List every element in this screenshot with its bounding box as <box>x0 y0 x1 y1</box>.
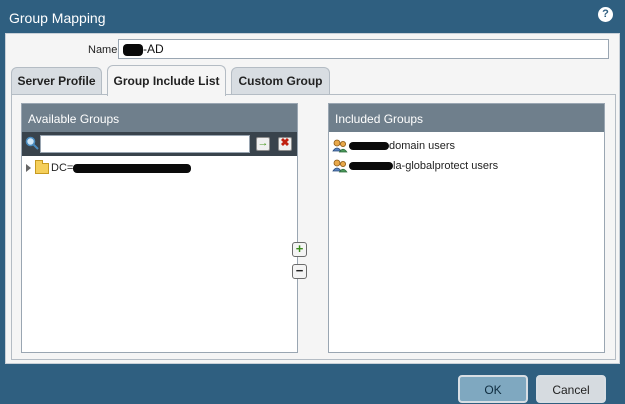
group-include-list-panel: Available Groups → ✖ DC= + − Included Gr… <box>11 94 616 360</box>
tab-custom-group[interactable]: Custom Group <box>231 67 330 95</box>
dialog-title: Group Mapping <box>9 10 106 26</box>
name-value: -AD <box>143 42 164 56</box>
included-group-label: la-globalprotect users <box>393 160 499 172</box>
folder-icon <box>35 159 49 174</box>
available-groups-header: Available Groups <box>22 104 297 132</box>
tab-bar: Server Profile Group Include List Custom… <box>11 65 616 96</box>
remove-group-button[interactable]: − <box>292 264 307 279</box>
clear-filter-icon[interactable]: ✖ <box>278 137 292 151</box>
name-label: Name <box>88 44 118 56</box>
tab-server-profile[interactable]: Server Profile <box>11 67 102 95</box>
name-input[interactable]: -AD <box>118 39 609 59</box>
search-input[interactable] <box>40 135 250 153</box>
help-icon[interactable]: ? <box>598 7 613 22</box>
redacted-text <box>73 163 192 173</box>
user-group-icon <box>332 139 348 153</box>
add-group-button[interactable]: + <box>292 242 307 257</box>
included-group-label: domain users <box>389 140 456 152</box>
user-group-icon <box>332 159 348 173</box>
redacted-text <box>349 162 393 171</box>
included-groups-header: Included Groups <box>329 104 604 132</box>
list-item[interactable]: domain users <box>329 136 604 156</box>
apply-filter-icon[interactable]: → <box>256 137 270 151</box>
tree-item[interactable]: DC= <box>22 159 297 177</box>
search-bar: → ✖ <box>22 132 297 156</box>
cancel-button[interactable]: Cancel <box>536 375 606 403</box>
expand-arrow-icon[interactable] <box>26 164 31 173</box>
redacted-text <box>349 142 389 151</box>
ok-button[interactable]: OK <box>458 375 528 403</box>
list-item[interactable]: la-globalprotect users <box>329 156 604 176</box>
available-groups-panel: Available Groups → ✖ DC= <box>21 103 298 353</box>
included-groups-panel: Included Groups domain users la-globalpr… <box>328 103 605 353</box>
dialog-title-bar: Group Mapping ? <box>0 0 625 34</box>
search-icon <box>25 136 39 150</box>
tab-group-include-list[interactable]: Group Include List <box>107 65 226 96</box>
tree-item-label: DC= <box>51 162 74 174</box>
dialog-body: Name -AD Server Profile Group Include Li… <box>5 33 620 364</box>
redacted-text <box>123 43 143 56</box>
